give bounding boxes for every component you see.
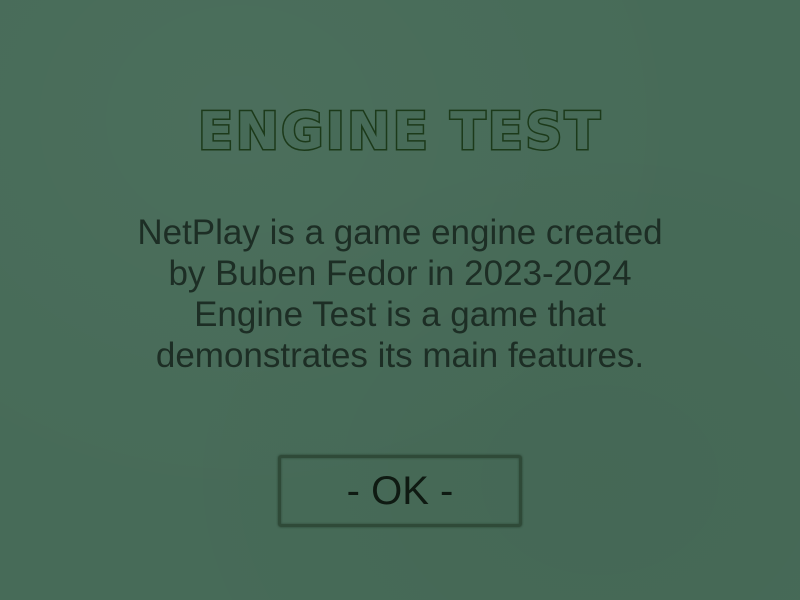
description-line: Engine Test is a game that [194, 295, 606, 334]
description-line: NetPlay is a game engine created [137, 213, 663, 252]
ok-button-label: - OK - [346, 468, 454, 513]
about-screen: Engine Test NetPlay is a game engine cre… [0, 0, 800, 600]
about-description: NetPlay is a game engine created by Bube… [0, 212, 800, 376]
ok-button[interactable]: - OK - [278, 455, 522, 527]
game-title: Engine Test [196, 101, 603, 164]
description-line: by Buben Fedor in 2023-2024 [168, 254, 632, 293]
description-line: demonstrates its main features. [155, 336, 645, 375]
